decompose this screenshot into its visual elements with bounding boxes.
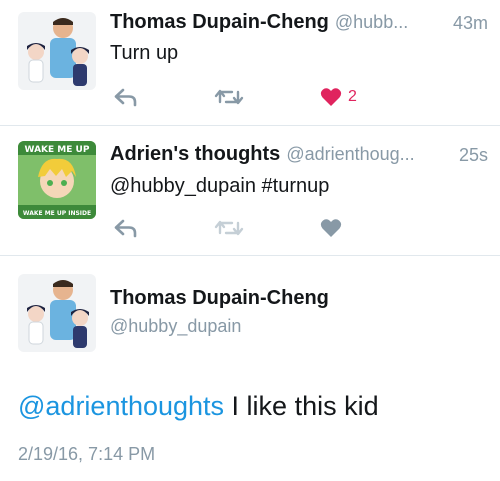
tweet-header: Thomas Dupain-Cheng @hubb... [110, 11, 408, 34]
tweet-body: I like this kid [224, 391, 379, 421]
user-handle[interactable]: @hubb... [335, 12, 408, 32]
tweet-actions [110, 215, 360, 241]
user-avatar[interactable] [18, 274, 96, 352]
reply-button[interactable] [114, 84, 138, 110]
like-button[interactable] [320, 215, 342, 241]
tweet-text: @hubby_dupain #turnup [110, 175, 330, 197]
tweet-time: 43m [452, 13, 488, 33]
tweet-timestamp: 2/19/16, 7:14 PM [18, 444, 156, 464]
avatar-banner-top: WAKE ME UP [25, 145, 90, 155]
display-name[interactable]: Thomas Dupain-Cheng [110, 287, 329, 310]
tweet-time: 25s [458, 145, 488, 165]
heart-icon [320, 219, 342, 237]
user-avatar[interactable]: WAKE ME UP WAKE ME UP INSIDE [18, 141, 96, 219]
tweet-text: Turn up [110, 42, 179, 64]
mention-link[interactable]: @adrienthoughts [18, 391, 224, 421]
like-count: 2 [348, 88, 357, 105]
avatar-banner-bottom: WAKE ME UP INSIDE [23, 210, 91, 217]
like-button[interactable]: 2 [320, 84, 357, 110]
user-handle[interactable]: @hubby_dupain [110, 316, 241, 337]
retweet-icon [214, 220, 244, 236]
user-avatar[interactable] [18, 12, 96, 90]
reply-icon [114, 219, 137, 238]
retweet-button[interactable] [214, 215, 244, 241]
tweet-2[interactable]: WAKE ME UP WAKE ME UP INSIDE Adrien's th… [0, 126, 500, 254]
tweet-text: @adrienthoughts I like this kid [18, 391, 379, 422]
heart-icon [320, 88, 342, 106]
retweet-icon [214, 89, 244, 105]
user-handle[interactable]: @adrienthoug... [286, 144, 414, 164]
tweet-1[interactable]: Thomas Dupain-Cheng @hubb... 43m Turn up … [0, 0, 500, 125]
tweet-header: Adrien's thoughts @adrienthoug... [110, 143, 415, 166]
reply-button[interactable] [114, 215, 138, 241]
display-name[interactable]: Adrien's thoughts [110, 143, 280, 165]
retweet-button[interactable] [214, 84, 244, 110]
reply-icon [114, 88, 137, 107]
tweet-actions: 2 [110, 84, 360, 110]
display-name[interactable]: Thomas Dupain-Cheng [110, 11, 329, 33]
